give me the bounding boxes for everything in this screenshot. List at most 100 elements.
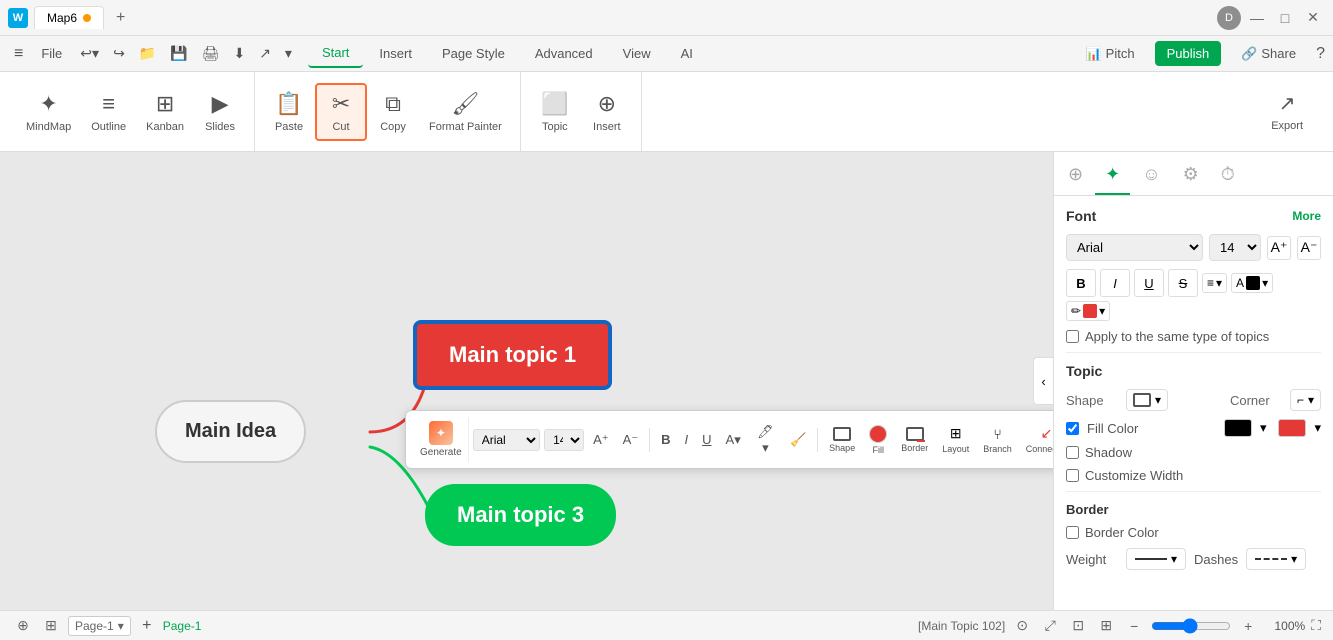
share-quick-button[interactable]: ↗ bbox=[253, 41, 277, 66]
apply-same-checkbox[interactable] bbox=[1066, 330, 1079, 343]
add-page-button[interactable]: + bbox=[137, 616, 157, 636]
format-painter-button[interactable]: 🖌 Format Painter bbox=[419, 85, 512, 139]
custom-button[interactable]: ▾ bbox=[279, 41, 298, 66]
export-button[interactable]: ↗ Export bbox=[1257, 85, 1317, 138]
outline-button[interactable]: ≡ Outline bbox=[81, 85, 136, 139]
zoom-in-button[interactable]: + bbox=[1237, 615, 1259, 637]
kanban-button[interactable]: ⊞ Kanban bbox=[136, 85, 194, 139]
zoom-slider[interactable] bbox=[1151, 618, 1231, 634]
layout-mode-button[interactable]: ⊞ bbox=[1095, 615, 1117, 637]
highlight-dropdown[interactable]: ✏ ▾ bbox=[1066, 301, 1110, 321]
panel-tab-emoji[interactable]: ☺ bbox=[1132, 156, 1170, 195]
close-button[interactable]: ✕ bbox=[1301, 6, 1325, 30]
floating-fill-button[interactable]: Fill bbox=[864, 421, 892, 459]
tab-advanced[interactable]: Advanced bbox=[521, 40, 607, 67]
add-tab-button[interactable]: + bbox=[110, 9, 131, 27]
floating-border-button[interactable]: Border bbox=[896, 423, 933, 457]
tab-page-style[interactable]: Page Style bbox=[428, 40, 519, 67]
strikethrough-button[interactable]: S bbox=[1168, 269, 1198, 297]
border-color-checkbox[interactable] bbox=[1066, 526, 1079, 539]
view-mode-button[interactable]: ⊡ bbox=[1067, 615, 1089, 637]
shape-select[interactable]: ▾ bbox=[1126, 389, 1168, 411]
canvas-area[interactable]: Main Idea Main topic 1 Main topic 3 ✦ Ge… bbox=[0, 152, 1053, 610]
redo-button[interactable]: ↪ bbox=[107, 41, 131, 66]
maximize-button[interactable]: □ bbox=[1273, 6, 1297, 30]
fit-screen-button[interactable]: ⊙ bbox=[1011, 615, 1033, 637]
dashes-select[interactable]: ▾ bbox=[1246, 548, 1306, 570]
status-icon-2[interactable]: ⊞ bbox=[40, 615, 62, 637]
floating-branch-button[interactable]: ⑂ Branch bbox=[978, 422, 1017, 458]
floating-italic-button[interactable]: I bbox=[680, 429, 694, 450]
topic-divider-1 bbox=[1066, 352, 1321, 353]
insert-button[interactable]: ⊕ Insert bbox=[581, 85, 633, 139]
slides-button[interactable]: ▶ Slides bbox=[194, 85, 246, 139]
font-family-select[interactable]: Arial bbox=[1066, 234, 1203, 261]
floating-shape-button[interactable]: Shape bbox=[824, 423, 860, 457]
font-color-dropdown[interactable]: A ▾ bbox=[1231, 273, 1273, 293]
floating-font-select[interactable]: Arial bbox=[473, 429, 540, 451]
status-right: [Main Topic 102] ⊙ ⤢ ⊡ ⊞ − + 100% ⛶ bbox=[918, 615, 1321, 637]
tab-view[interactable]: View bbox=[609, 40, 665, 67]
zoom-out-button[interactable]: − bbox=[1123, 615, 1145, 637]
publish-button[interactable]: Publish bbox=[1155, 41, 1222, 66]
floating-bold-button[interactable]: B bbox=[656, 429, 675, 450]
align-dropdown[interactable]: ≡ ▾ bbox=[1202, 273, 1227, 293]
main-topic-3-node[interactable]: Main topic 3 bbox=[425, 484, 616, 546]
export-quick-button[interactable]: ⬇ bbox=[227, 41, 251, 66]
floating-font-color-button[interactable]: A▾ bbox=[721, 429, 746, 451]
tab-insert[interactable]: Insert bbox=[365, 40, 426, 67]
help-button[interactable]: ? bbox=[1316, 45, 1325, 63]
zoom-fit-button[interactable]: ⤢ bbox=[1039, 615, 1061, 637]
pitch-button[interactable]: 📊 Pitch bbox=[1073, 41, 1146, 67]
font-more-link[interactable]: More bbox=[1292, 209, 1321, 223]
main-topic-1-node[interactable]: Main topic 1 bbox=[415, 322, 610, 388]
open-file-button[interactable]: 📁 bbox=[133, 41, 162, 66]
floating-layout-button[interactable]: ⊞ Layout bbox=[937, 421, 974, 458]
paste-button[interactable]: 📋 Paste bbox=[263, 85, 315, 139]
tab-ai[interactable]: AI bbox=[667, 40, 707, 67]
floating-connector-button[interactable]: ↙ Connector bbox=[1021, 421, 1053, 458]
floating-font-size[interactable]: 14 bbox=[544, 429, 584, 451]
file-menu[interactable]: File bbox=[31, 42, 72, 65]
floating-decrease-font[interactable]: A⁻ bbox=[618, 429, 644, 451]
collapse-panel-button[interactable]: ‹ bbox=[1033, 357, 1053, 405]
corner-select[interactable]: ⌐ ▾ bbox=[1290, 389, 1321, 411]
topic-button[interactable]: ⬜ Topic bbox=[529, 85, 581, 139]
page-selector[interactable]: Page-1 ▾ bbox=[68, 616, 131, 636]
tab-start[interactable]: Start bbox=[308, 39, 363, 68]
font-size-select[interactable]: 14 bbox=[1209, 234, 1261, 261]
shadow-checkbox[interactable] bbox=[1066, 446, 1079, 459]
fill-color-preview-red[interactable] bbox=[1278, 419, 1306, 437]
floating-eraser-button[interactable]: 🧹 bbox=[785, 429, 811, 451]
underline-button[interactable]: U bbox=[1134, 269, 1164, 297]
map-tab[interactable]: Map6 bbox=[34, 6, 104, 29]
panel-tab-timer[interactable]: ⏱ bbox=[1211, 156, 1245, 195]
weight-select[interactable]: ▾ bbox=[1126, 548, 1186, 570]
fullscreen-button[interactable]: ⛶ bbox=[1311, 617, 1321, 634]
status-icon-1[interactable]: ⊕ bbox=[12, 615, 34, 637]
fill-color-checkbox[interactable] bbox=[1066, 422, 1079, 435]
bold-button[interactable]: B bbox=[1066, 269, 1096, 297]
customize-width-checkbox[interactable] bbox=[1066, 469, 1079, 482]
cut-button[interactable]: ✂ Cut bbox=[315, 83, 367, 141]
save-button[interactable]: 💾 bbox=[164, 41, 193, 66]
copy-button[interactable]: ⧉ Copy bbox=[367, 85, 419, 139]
share-button[interactable]: 🔗 Share bbox=[1229, 41, 1308, 67]
italic-button[interactable]: I bbox=[1100, 269, 1130, 297]
minimize-button[interactable]: — bbox=[1245, 6, 1269, 30]
generate-button[interactable]: ✦ Generate bbox=[414, 417, 469, 462]
menu-toggle-button[interactable]: ≡ bbox=[8, 41, 29, 67]
panel-tab-ai[interactable]: ✦ bbox=[1095, 156, 1130, 195]
panel-tab-style[interactable]: ⊕ bbox=[1058, 156, 1093, 195]
fill-color-preview-black[interactable] bbox=[1224, 419, 1252, 437]
floating-highlight-button[interactable]: 🖊▾ bbox=[750, 421, 781, 459]
floating-underline-button[interactable]: U bbox=[697, 429, 716, 450]
panel-tab-settings[interactable]: ⚙ bbox=[1173, 156, 1209, 195]
print-button[interactable]: 🖨 bbox=[196, 41, 226, 66]
main-idea-node[interactable]: Main Idea bbox=[155, 400, 306, 463]
font-decrease-button[interactable]: A⁻ bbox=[1297, 236, 1321, 260]
undo-button[interactable]: ↩▾ bbox=[74, 41, 105, 66]
font-increase-button[interactable]: A⁺ bbox=[1267, 236, 1291, 260]
floating-increase-font[interactable]: A⁺ bbox=[588, 429, 614, 451]
mindmap-button[interactable]: ✦ MindMap bbox=[16, 85, 81, 139]
